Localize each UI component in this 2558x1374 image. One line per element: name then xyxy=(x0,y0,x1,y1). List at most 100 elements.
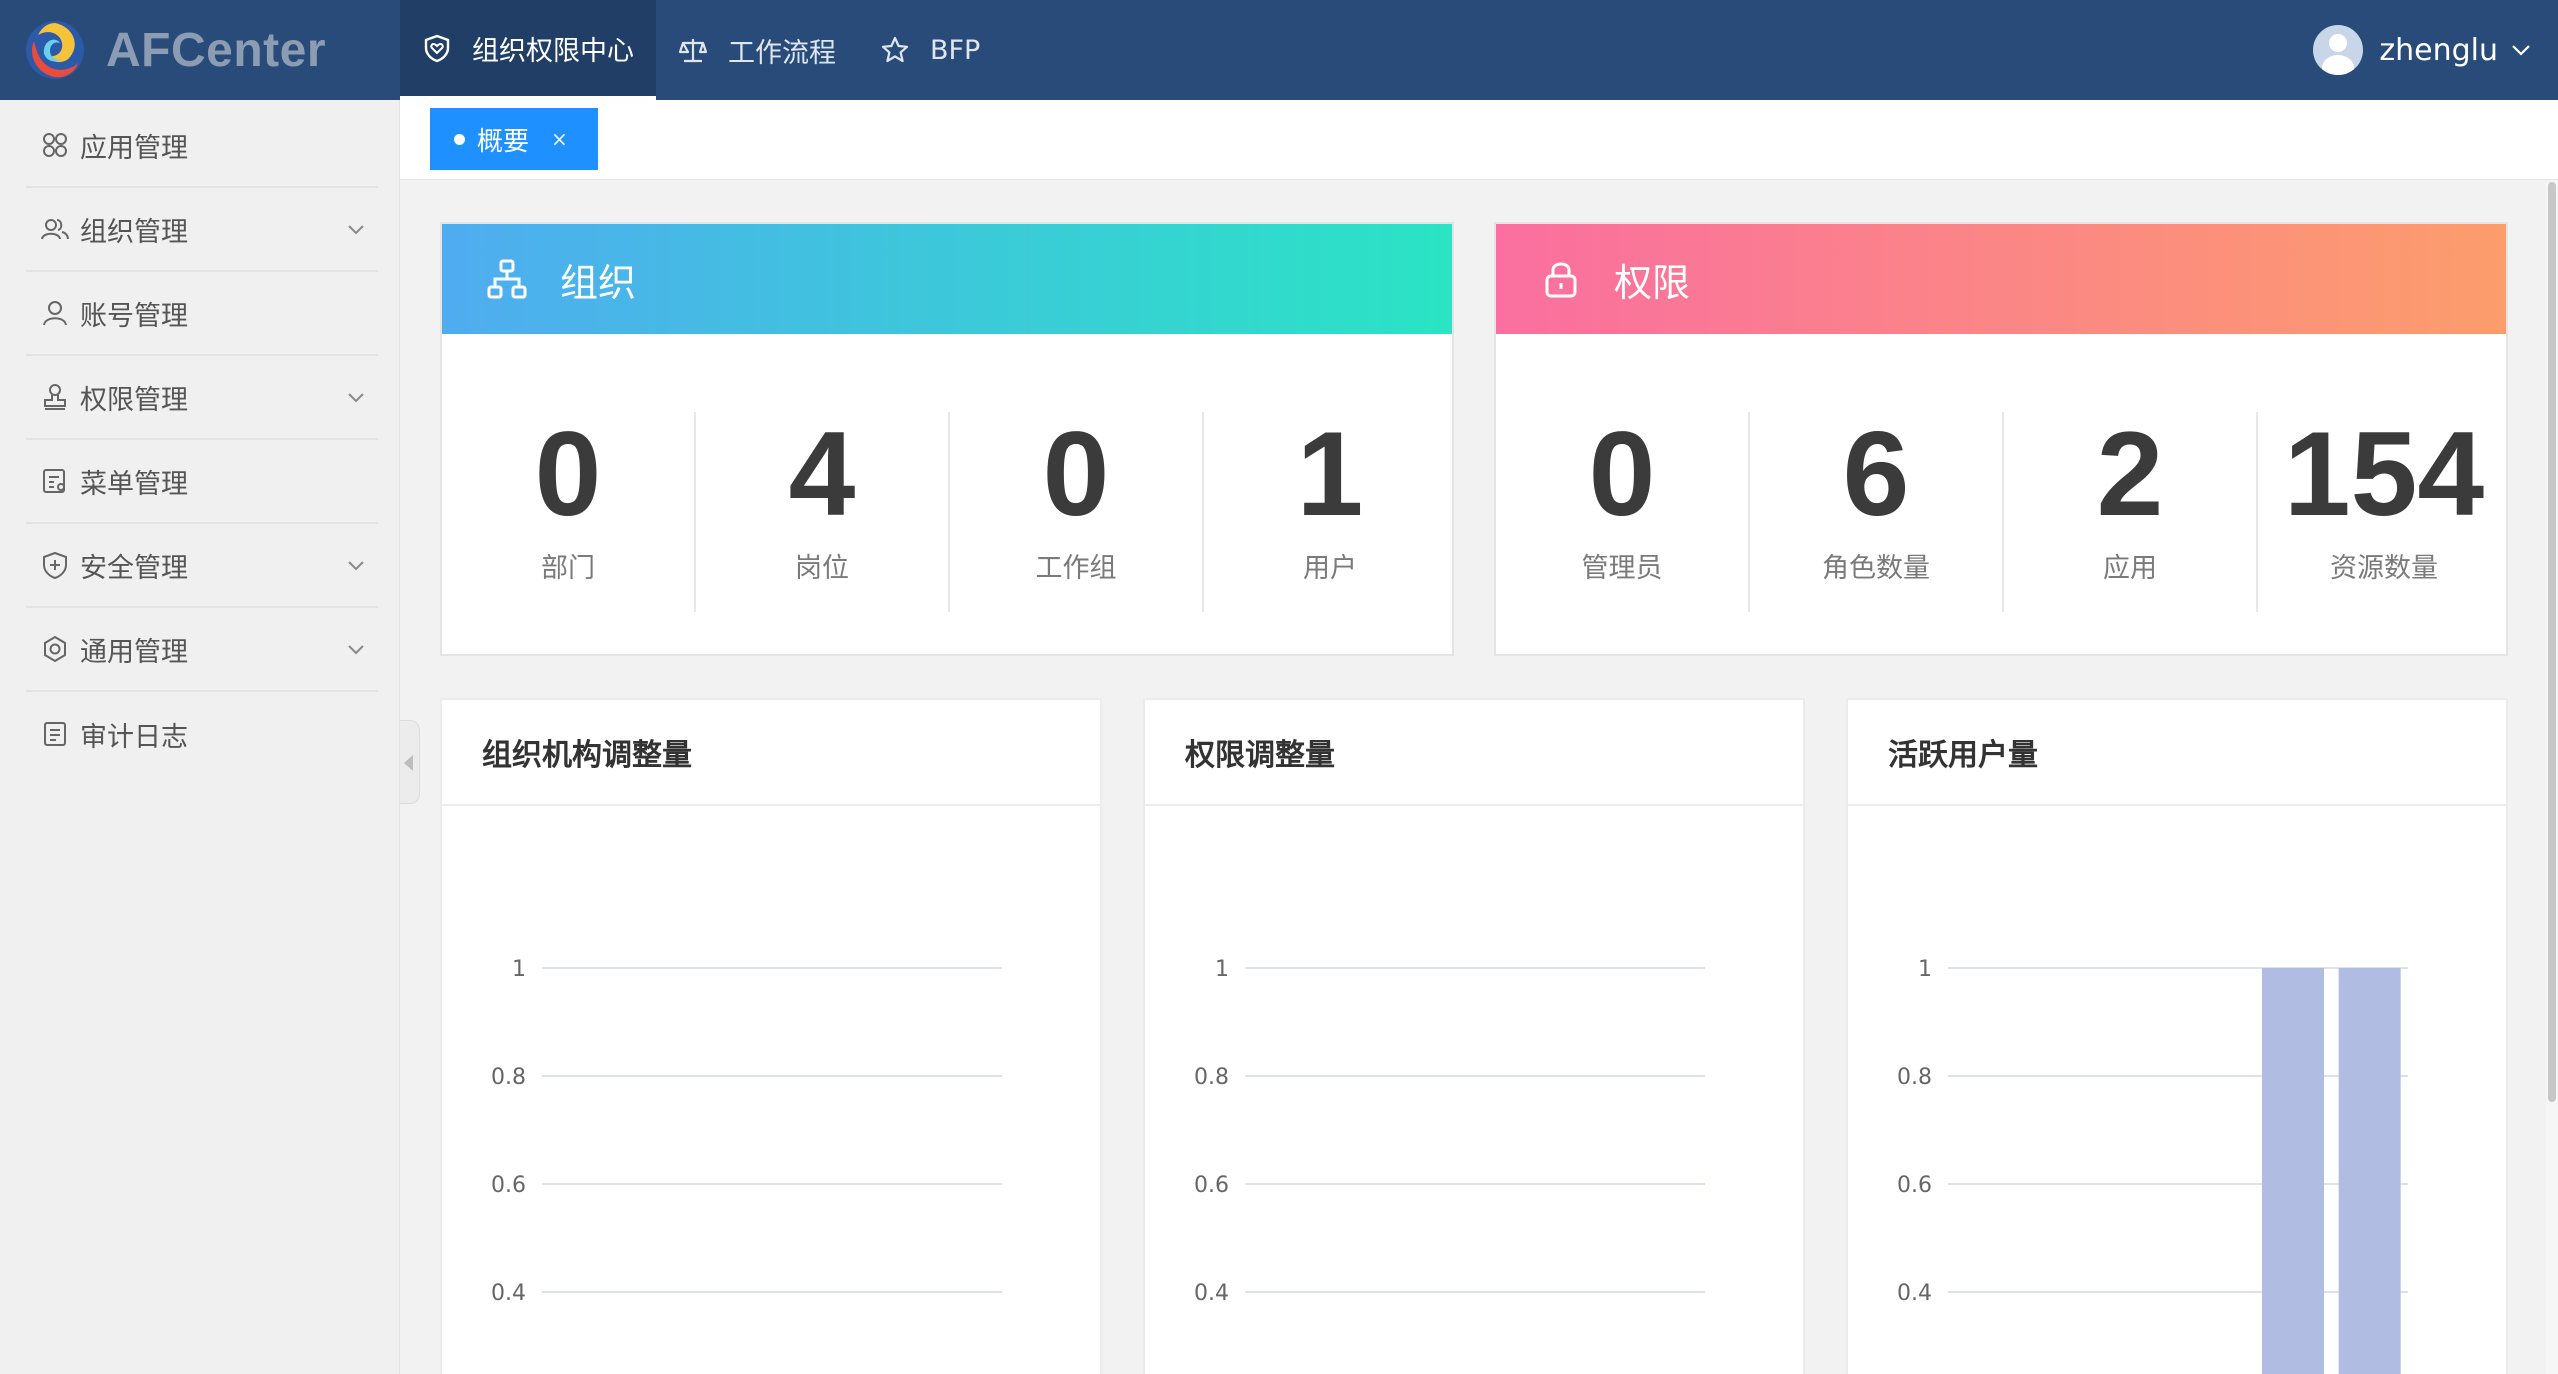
org-tree-icon xyxy=(487,259,527,299)
chevron-down-icon xyxy=(348,225,364,235)
y-tick-label: 0.6 xyxy=(1897,1173,1932,1198)
username: zhenglu xyxy=(2379,32,2498,68)
card-title: 组织 xyxy=(560,260,637,305)
vertical-scrollbar[interactable] xyxy=(2546,180,2558,1374)
stat-admins: 0 管理员 xyxy=(1496,412,1748,612)
y-tick-label: 1 xyxy=(512,957,526,982)
sidebar-item-security-management[interactable]: 安全管理 xyxy=(26,524,378,608)
sidebar-item-label: 应用管理 xyxy=(80,132,188,164)
top-header: AFCenter 组织权限中心 工作流程 BFP zhenglu xyxy=(0,0,2558,100)
stat-label: 工作组 xyxy=(1035,553,1117,584)
stat-label: 资源数量 xyxy=(2330,553,2438,584)
stat-value: 4 xyxy=(788,407,856,541)
shield-heart-icon xyxy=(424,34,450,63)
active-users-chart: 1 0.8 0.6 0.4 xyxy=(1897,957,2408,1374)
bar[interactable] xyxy=(2338,968,2401,1374)
sidebar-item-label: 通用管理 xyxy=(80,636,188,668)
sidebar-item-org-management[interactable]: 组织管理 xyxy=(26,188,378,272)
apps-grid-icon xyxy=(43,133,67,157)
chart-card-permission-adjustments: 权限调整量 1 0.8 0.6 0.4 xyxy=(1143,698,1805,1374)
scale-icon xyxy=(678,39,708,63)
stat-value: 154 xyxy=(2283,407,2485,541)
nav-label: 组织权限中心 xyxy=(472,35,634,67)
tab-close-icon[interactable]: × xyxy=(551,127,568,151)
app-name: AFCenter xyxy=(106,23,327,77)
user-menu[interactable]: zhenglu xyxy=(2313,0,2534,100)
stat-apps: 2 应用 xyxy=(2004,412,2256,612)
stat-label: 部门 xyxy=(541,553,595,584)
stat-position: 4 岗位 xyxy=(696,412,948,612)
tab-label: 概要 xyxy=(477,126,530,157)
logo-swirl-icon xyxy=(26,21,84,79)
star-icon xyxy=(881,36,909,63)
user-icon xyxy=(43,301,67,326)
chart-card-active-users: 活跃用户量 1 0.8 0.6 0.4 xyxy=(1846,698,2508,1374)
y-tick-label: 1 xyxy=(1215,957,1229,982)
stat-value: 6 xyxy=(1842,407,1910,541)
y-tick-label: 0.8 xyxy=(1897,1065,1932,1090)
stat-department: 0 部门 xyxy=(442,412,694,612)
y-tick-label: 0.6 xyxy=(491,1173,526,1198)
scrollbar-thumb[interactable] xyxy=(2548,182,2556,1102)
tab-active-dot xyxy=(454,133,465,145)
nav-label: 工作流程 xyxy=(728,37,836,69)
sidebar-item-label: 安全管理 xyxy=(80,552,188,584)
sidebar-item-general-management[interactable]: 通用管理 xyxy=(26,608,378,692)
chevron-down-icon xyxy=(348,645,364,655)
stat-label: 岗位 xyxy=(795,553,849,584)
top-nav: 组织权限中心 工作流程 BFP xyxy=(400,0,1002,100)
sidebar-item-audit-log[interactable]: 审计日志 xyxy=(26,692,378,776)
stat-roles: 6 角色数量 xyxy=(1750,412,2002,612)
stat-value: 0 xyxy=(1588,407,1656,541)
lock-icon xyxy=(1545,262,1577,298)
chevron-down-icon xyxy=(348,561,364,571)
stat-resources: 154 资源数量 xyxy=(2258,412,2510,612)
sidebar-item-app-management[interactable]: 应用管理 xyxy=(26,104,378,188)
sidebar-item-permission-management[interactable]: 权限管理 xyxy=(26,356,378,440)
stat-value: 1 xyxy=(1296,407,1364,541)
tab-overview[interactable]: 概要 × xyxy=(430,108,598,170)
stat-value: 0 xyxy=(1042,407,1110,541)
nav-org-permission-center[interactable]: 组织权限中心 xyxy=(400,0,656,100)
sidebar-item-label: 菜单管理 xyxy=(80,468,188,500)
stamp-icon xyxy=(44,384,66,410)
nav-workflow[interactable]: 工作流程 xyxy=(656,0,858,100)
chevron-down-icon xyxy=(2512,45,2530,56)
permission-card-header: 权限 xyxy=(1496,224,2506,334)
stat-label: 管理员 xyxy=(1581,553,1663,584)
y-tick-label: 1 xyxy=(1918,957,1932,982)
gear-icon xyxy=(44,635,66,663)
org-stat-card: 组织 0 部门 4 岗位 0 工作组 1 用户 xyxy=(440,222,1454,656)
sidebar-item-label: 审计日志 xyxy=(80,721,188,753)
stat-value: 0 xyxy=(534,407,602,541)
stat-workgroup: 0 工作组 xyxy=(950,412,1202,612)
org-card-header: 组织 xyxy=(442,224,1452,334)
sidebar-item-menu-management[interactable]: 菜单管理 xyxy=(26,440,378,524)
log-doc-icon xyxy=(44,722,66,746)
users-icon xyxy=(41,219,69,240)
shield-plus-icon xyxy=(43,551,67,580)
stat-label: 角色数量 xyxy=(1822,553,1930,584)
app-logo[interactable]: AFCenter xyxy=(0,0,400,100)
bar[interactable] xyxy=(2262,968,2324,1374)
sidebar-item-account-management[interactable]: 账号管理 xyxy=(26,272,378,356)
permission-adjustments-chart: 1 0.8 0.6 0.4 xyxy=(1194,957,1705,1306)
sidebar-item-label: 组织管理 xyxy=(80,216,188,248)
chevron-down-icon xyxy=(348,393,364,403)
sidebar-item-label: 权限管理 xyxy=(80,384,188,416)
sidebar: 应用管理 组织管理 账号管理 权限管理 菜单管理 安全管理 通用管理 审计日志 xyxy=(0,100,400,1374)
stat-label: 用户 xyxy=(1303,553,1357,584)
stat-label: 应用 xyxy=(2103,553,2157,584)
y-tick-label: 0.6 xyxy=(1194,1173,1229,1198)
stat-value: 2 xyxy=(2096,407,2164,541)
avatar xyxy=(2313,25,2364,75)
permission-stat-card: 权限 0 管理员 6 角色数量 2 应用 154 资源数量 xyxy=(1494,222,2508,656)
sidebar-item-label: 账号管理 xyxy=(80,300,188,332)
y-tick-label: 0.4 xyxy=(491,1281,526,1306)
sidebar-collapse-handle[interactable] xyxy=(400,720,420,804)
y-tick-label: 0.8 xyxy=(1194,1065,1229,1090)
tab-bar: 概要 × xyxy=(400,100,2558,180)
y-tick-label: 0.4 xyxy=(1897,1281,1932,1306)
nav-bfp[interactable]: BFP xyxy=(858,0,1002,100)
y-tick-label: 0.4 xyxy=(1194,1281,1229,1306)
